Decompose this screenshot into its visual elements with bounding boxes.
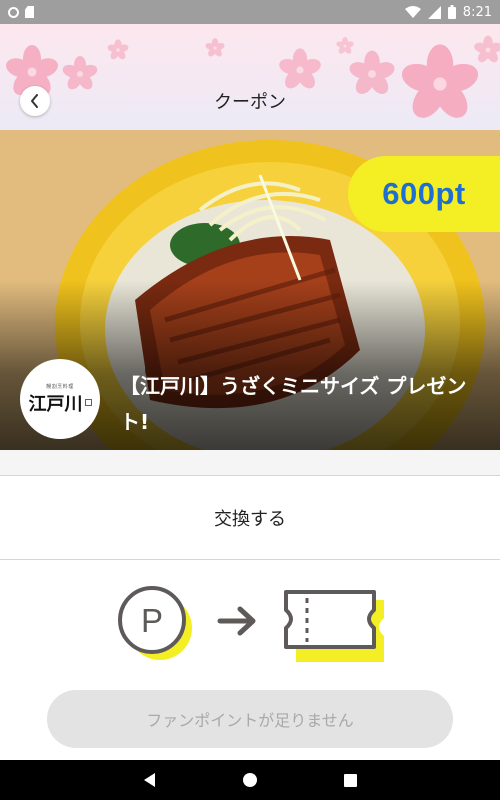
points-p-icon: P: [118, 586, 192, 660]
cta-label: ファンポイントが足りません: [146, 711, 354, 730]
nav-recents-button[interactable]: [330, 760, 370, 800]
notification-circle-icon: [8, 6, 19, 18]
arrow-right-icon: [217, 606, 256, 636]
insufficient-points-button[interactable]: ファンポイントが足りません: [47, 690, 453, 748]
nav-home-button[interactable]: [230, 760, 270, 800]
points-value: 600pt: [382, 176, 466, 211]
page-title: クーポン: [214, 92, 286, 113]
shop-logo-brand: 江戸川: [28, 393, 83, 415]
exchange-label: 交換する: [214, 509, 286, 530]
section-gap: [0, 450, 500, 476]
nav-back-button[interactable]: [130, 760, 170, 800]
nav-recents-icon: [343, 773, 357, 787]
status-bar: 8:21: [0, 0, 500, 24]
nav-back-icon: [144, 773, 155, 787]
coupon-title: 【江戸川】うざくミニサイズ プレゼント!: [120, 374, 467, 434]
coupon-hero: 600pt 鰻割烹料理 江戸川 【江戸川】うざくミニサイズ プレゼント!: [0, 130, 500, 450]
system-nav-bar: [0, 760, 500, 800]
shop-logo-tagline: 鰻割烹料理: [46, 383, 74, 390]
wifi-icon: [404, 5, 421, 18]
points-badge: 600pt: [348, 156, 500, 232]
nav-home-icon: [243, 773, 257, 787]
ticket-icon: [284, 590, 384, 662]
divider: [0, 475, 500, 476]
shop-logo: 鰻割烹料理 江戸川: [20, 359, 100, 439]
signal-icon: [427, 5, 441, 19]
sd-card-icon: [25, 6, 34, 18]
divider: [0, 559, 500, 560]
sakura-decoration-icon: [3, 35, 500, 124]
status-time: 8:21: [462, 4, 492, 20]
exchange-flow: P: [0, 585, 500, 665]
battery-icon: [447, 5, 456, 19]
header: クーポン: [0, 24, 500, 130]
svg-text:P: P: [141, 602, 163, 639]
seal-icon: [84, 399, 92, 406]
